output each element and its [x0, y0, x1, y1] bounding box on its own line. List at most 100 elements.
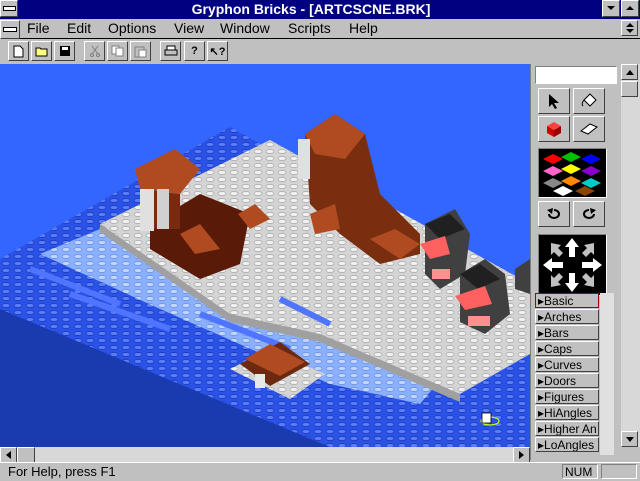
minimize-button[interactable]: [602, 0, 620, 17]
brick-palette-panel: ▸Basic ▸Arches ▸Bars ▸Caps ▸Curves ▸Door…: [530, 64, 622, 460]
penguin-feet: [468, 316, 490, 326]
arrow-left-icon: [6, 451, 11, 459]
brick-scene: [0, 114, 530, 447]
category-label: Curves: [544, 358, 583, 372]
brick-category-list: ▸Basic ▸Arches ▸Bars ▸Caps ▸Curves ▸Door…: [535, 293, 603, 453]
rotate-right-icon: [583, 208, 596, 219]
window-title: Gryphon Bricks - [ARTCSCNE.BRK]: [191, 1, 431, 17]
brick-tool-button[interactable]: [538, 116, 570, 142]
category-item[interactable]: ▸Caps: [535, 341, 599, 356]
menu-edit[interactable]: Edit: [67, 20, 91, 37]
maximize-arrow-icon: [626, 6, 634, 10]
category-item[interactable]: ▸Higher An: [535, 421, 599, 436]
color-picker[interactable]: [538, 148, 607, 198]
paste-icon: [134, 46, 147, 57]
open-folder-icon: [35, 47, 47, 57]
title-bar: Gryphon Bricks - [ARTCSCNE.BRK]: [0, 0, 640, 19]
print-icon: [164, 45, 177, 56]
document-system-menu[interactable]: [0, 20, 20, 39]
context-help-button[interactable]: ↖?: [207, 41, 228, 61]
color-swatches: [543, 152, 601, 196]
category-item[interactable]: ▸Arches: [535, 309, 599, 324]
eraser-tool-button[interactable]: [573, 116, 605, 142]
horizontal-scrollbar[interactable]: [0, 447, 530, 463]
menu-bar: File Edit Options View Window Scripts He…: [0, 19, 640, 39]
category-item[interactable]: ▸Figures: [535, 389, 599, 404]
rotate-left-icon: [547, 208, 560, 219]
category-item[interactable]: ▸LoAngles: [535, 437, 599, 452]
minimize-arrow-icon: [607, 6, 615, 10]
scroll-down-button[interactable]: [621, 431, 638, 447]
document-menu-icon: [3, 27, 17, 32]
menu-window[interactable]: Window: [220, 20, 270, 37]
select-tool-button[interactable]: [538, 88, 570, 114]
menu-options[interactable]: Options: [108, 20, 156, 37]
vertical-scrollbar[interactable]: [621, 64, 640, 447]
new-file-button[interactable]: [8, 41, 29, 61]
menu-help[interactable]: Help: [349, 20, 378, 37]
category-label: LoAngles: [544, 438, 595, 452]
new-file-icon: [13, 45, 24, 57]
horizontal-scroll-thumb[interactable]: [17, 447, 35, 463]
category-label: HiAngles: [544, 406, 593, 420]
restore-icon: [625, 23, 634, 33]
menu-scripts[interactable]: Scripts: [288, 20, 331, 37]
cut-button[interactable]: [84, 41, 105, 61]
scroll-left-button[interactable]: [0, 447, 17, 463]
category-label: Bars: [544, 326, 569, 340]
category-item[interactable]: ▸Basic: [535, 293, 599, 308]
category-item[interactable]: ▸HiAngles: [535, 405, 599, 420]
restore-button[interactable]: [621, 20, 638, 36]
save-button[interactable]: [54, 41, 75, 61]
help-icon: ?: [191, 45, 198, 57]
maximize-button[interactable]: [621, 0, 639, 17]
arrow-down-icon: [625, 436, 634, 442]
copy-button[interactable]: [107, 41, 128, 61]
num-lock-indicator: NUM: [562, 464, 598, 479]
category-label: Basic: [544, 294, 574, 308]
context-help-icon: ↖?: [209, 45, 226, 58]
eraser-icon: [580, 123, 598, 135]
category-label: Arches: [544, 310, 582, 324]
save-disk-icon: [59, 46, 70, 56]
category-label: Figures: [544, 390, 585, 404]
cut-icon: [89, 45, 100, 57]
category-scrollbar[interactable]: [600, 293, 614, 455]
menu-file[interactable]: File: [27, 20, 50, 37]
category-item[interactable]: ▸Doors: [535, 373, 599, 388]
rotate-left-button[interactable]: [538, 201, 570, 227]
select-arrow-icon: [549, 94, 559, 109]
open-button[interactable]: [31, 41, 52, 61]
view-navigation-pad[interactable]: [538, 234, 607, 296]
small-walrus-tusks: [255, 374, 265, 388]
arrow-up-icon: [625, 69, 634, 75]
system-menu-button[interactable]: [0, 0, 18, 17]
copy-icon: [111, 45, 124, 57]
penguin-partial: [515, 259, 530, 294]
palette-field[interactable]: [535, 66, 617, 84]
category-item[interactable]: ▸Bars: [535, 325, 599, 340]
paint-bucket-icon: [581, 93, 597, 107]
category-label: Caps: [544, 342, 573, 356]
rotate-right-button[interactable]: [573, 201, 605, 227]
category-item[interactable]: ▸Curves: [535, 357, 599, 372]
penguin-feet: [432, 269, 450, 279]
print-button[interactable]: [160, 41, 181, 61]
scroll-up-button[interactable]: [621, 64, 638, 80]
category-label: Doors: [544, 374, 577, 388]
navigation-arrows-icon: [543, 238, 602, 292]
walrus-right-tusk: [298, 139, 310, 179]
menu-view[interactable]: View: [174, 20, 204, 37]
vertical-scroll-thumb[interactable]: [621, 81, 638, 97]
paint-tool-button[interactable]: [573, 88, 605, 114]
walrus-left-tusk: [140, 189, 154, 231]
status-bar: For Help, press F1 NUM: [0, 462, 640, 481]
scene-viewport[interactable]: [0, 64, 530, 447]
help-button[interactable]: ?: [184, 41, 205, 61]
scroll-right-button[interactable]: [513, 447, 530, 463]
walrus-left-tusk: [157, 189, 169, 229]
paste-button[interactable]: [130, 41, 151, 61]
red-brick-icon: [547, 122, 561, 137]
toolbar: ? ↖?: [0, 39, 640, 63]
system-menu-icon: [2, 6, 16, 11]
